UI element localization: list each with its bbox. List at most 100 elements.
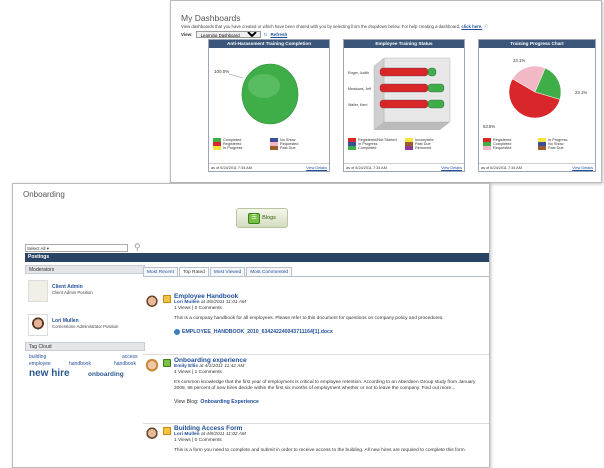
my-dashboards-window: My Dashboards View dashboards that you h… [170,0,602,183]
panel-employee-training-status: Employee Training Status Roger, Judith Me… [343,39,465,172]
help-link[interactable]: click here. [461,24,482,29]
refresh-link[interactable]: Refresh [270,32,287,37]
avatar [144,426,160,444]
post-meta: Lori Mullen at 4/8/2011 11:02 AM [174,432,484,437]
attachment-name[interactable]: EMPLOYEE_HANDBOOK_2010_63424224004371116… [182,329,333,335]
legend-swatch [213,146,221,150]
post-counts: 1 Views | 0 Comments [174,306,222,311]
post-date: at 4/8/2011 11:02 AM [200,432,246,437]
legend-item: Past Due [538,146,591,150]
dashboard-select[interactable]: Learning Dashboard [195,31,261,38]
legend-label: Requested [493,146,512,150]
bar-completed [427,83,445,93]
training-progress-pie-chart: 53.8% 23.1% 23.1% [483,58,587,129]
post-text: This is a company handbook for all emplo… [174,316,444,321]
pie-slice-label: 23.1% [575,90,587,95]
moderator-item[interactable]: Client Admin Client Admin Position [25,280,145,308]
post-author[interactable]: Emily Ellis [174,364,198,369]
pie-slice-label: 53.8% [483,124,495,129]
post-title[interactable]: Onboarding experience [174,357,484,364]
legend-label: Removed [415,146,432,150]
view-blog-label: View Blog: [174,399,199,405]
panel-title: Training Progress Chart [479,40,595,48]
sidebar: Moderators Client Admin Client Admin Pos… [25,265,145,389]
legend-swatch [538,146,546,150]
view-blog-link[interactable]: Onboarding Experience [200,399,259,405]
post-counts: 1 Views | 0 Comments [174,438,222,443]
view-blog-row: View Blog: Onboarding Experience [174,399,484,405]
moderator-role: Client Admin Position [52,290,93,295]
divider [143,354,489,355]
select-all-dropdown[interactable]: Select All ▾ [25,243,128,252]
post-body: Employee Handbook Lori Mullen at 4/6/201… [174,293,484,335]
moderator-role: Cornerstone Administrator Position [52,324,119,329]
post-counts: 4 Views | 1 Comments [174,370,222,375]
view-details-link[interactable]: View Details [572,164,593,171]
post-item: Building Access Form Lori Mullen at 4/8/… [143,424,489,467]
post-item: Onboarding experience Emily Ellis at 4/1… [143,356,489,422]
view-selector-row: View: Learning Dashboard ↻ Refresh [181,31,287,38]
bar-registered [379,67,429,77]
pie-label-leader [228,73,244,79]
tab-underline [143,276,489,277]
post-author[interactable]: Lori Mullen [174,300,200,305]
dashboards-description: View dashboards that you have created or… [181,24,488,30]
postings-bar: Postings [25,253,489,262]
bar-category-label: Waller, Kerri [348,103,368,107]
moderator-item[interactable]: Lori Mullen Cornerstone Administrator Po… [25,314,145,342]
select-all-value: Select All [27,245,46,251]
onboarding-window: Onboarding ☰ Blogs Select All ▾ ⚲ Postin… [12,183,490,468]
tag-handbook[interactable]: handbook [69,361,91,367]
post-text: This is a form you need to complete and … [174,448,466,453]
legend-swatch [405,146,413,150]
legend-item: Completed [348,146,403,150]
tag-building[interactable]: building [29,354,46,360]
post-item: Employee Handbook Lori Mullen at 4/6/201… [143,292,489,354]
pie-slice-label: 23.1% [513,58,525,63]
chart-floor [374,122,450,130]
tag-onboarding[interactable]: onboarding [88,371,124,378]
avatar [28,280,48,302]
post-author[interactable]: Lori Mullen [174,432,200,437]
panel-title: Anti-Harassment Training Completion [209,40,329,48]
bar-completed [427,67,437,77]
pie-highlight [248,74,280,98]
panel-title: Employee Training Status [344,40,464,48]
view-label: View: [181,32,193,37]
post-text: It's common knowledge that the first yea… [174,380,476,391]
search-icon[interactable]: ⚲ [134,242,141,253]
document-icon [163,295,171,303]
bar-registered [379,99,429,109]
view-details-link[interactable]: View Details [441,164,462,171]
filter-row: Select All ▾ ⚲ [25,242,141,253]
post-title[interactable]: Employee Handbook [174,293,484,300]
panel-anti-harassment: Anti-Harassment Training Completion 100.… [208,39,330,172]
post-meta: Emily Ellis at 4/1/2011 11:42 AM [174,364,484,369]
blogs-button[interactable]: ☰ Blogs [236,208,288,228]
legend-item: Removed [405,146,460,150]
legend-swatch [483,146,491,150]
attachment-link[interactable]: EMPLOYEE_HANDBOOK_2010_63424224004371116… [174,329,484,335]
tag-access[interactable]: access [122,354,138,360]
bar-category-label: Roger, Judith [348,71,369,75]
refresh-icon[interactable]: ↻ [264,32,268,38]
legend-label: Past Due [280,146,296,150]
legend-label: Completed [358,146,377,150]
bar-registered [379,83,429,93]
tag-handbook[interactable]: handbook [114,361,136,367]
legend-label: Past Due [548,146,564,150]
blogs-label: Blogs [262,215,276,221]
pie-label-100: 100.0% [214,69,229,74]
post-title[interactable]: Building Access Form [174,425,484,432]
panel-date: as of 6/24/2011 7:34 AM [481,166,522,170]
view-details-link[interactable]: View Details [306,164,327,171]
panel-training-progress: Training Progress Chart 53.8% 23.1% 23.1% … [478,39,596,172]
panel-footer: as of 6/24/2011 7:34 AM View Details [209,163,329,171]
legend-item: In Progress [213,146,268,150]
blog-icon [163,359,171,367]
chevron-down-icon: ▾ [46,245,50,251]
help-icon[interactable]: ⓘ [484,24,488,29]
legend-swatch [348,146,356,150]
tag-employee[interactable]: employee [29,361,51,367]
tag-new-hire[interactable]: new hire [29,368,70,379]
